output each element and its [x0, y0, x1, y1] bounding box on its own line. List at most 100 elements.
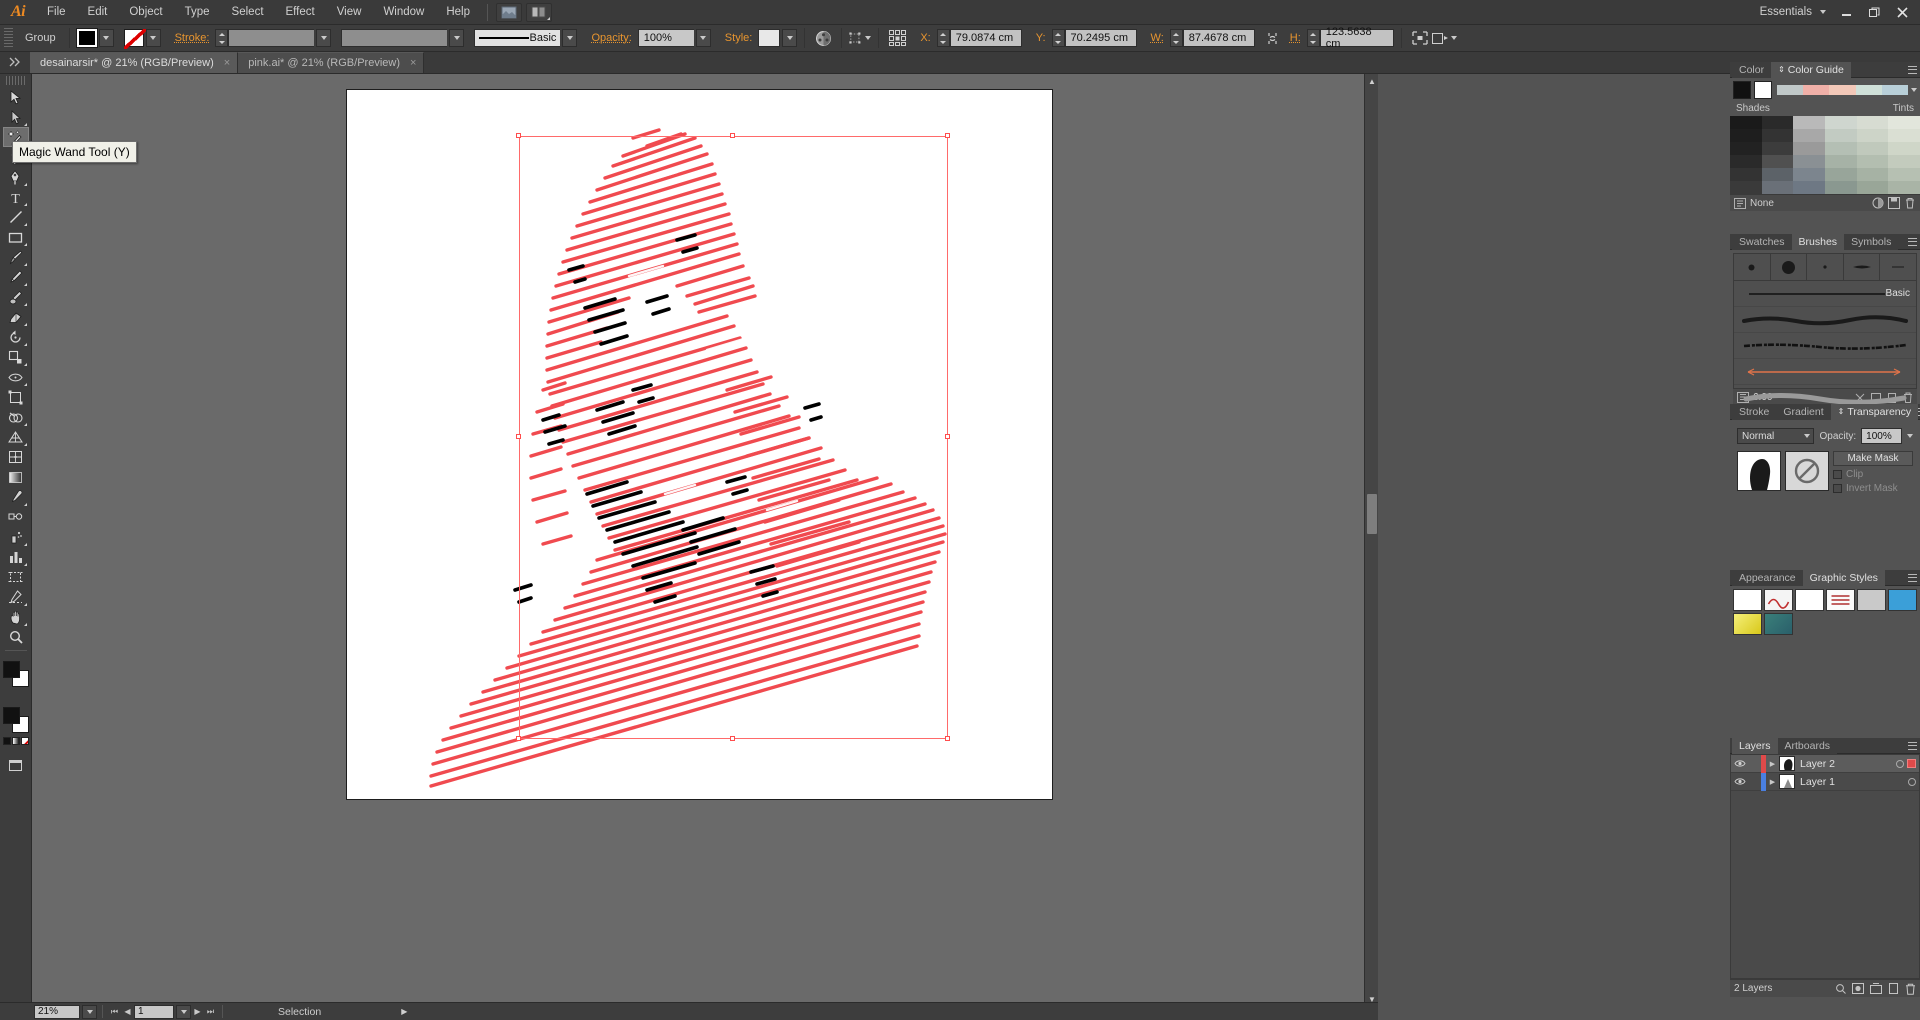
canvas-vertical-scrollbar[interactable]: ▲ ▼	[1364, 74, 1378, 1006]
maximize-restore-button[interactable]	[1860, 2, 1888, 22]
fill-dropdown[interactable]	[98, 29, 114, 47]
tool-mesh-tool[interactable]	[3, 447, 29, 467]
tab-color[interactable]: Color	[1732, 61, 1772, 78]
panel-menu-button[interactable]	[1908, 237, 1920, 246]
panel-menu-button[interactable]	[1908, 65, 1920, 74]
menu-view[interactable]: View	[326, 0, 373, 25]
y-control[interactable]: 70.2495 cm	[1051, 29, 1137, 47]
stroke-swatch-none[interactable]	[123, 29, 146, 49]
tool-symbol-sprayer-tool[interactable]	[3, 527, 29, 547]
zoom-dropdown[interactable]	[82, 1004, 97, 1019]
stroke-color-control[interactable]	[123, 29, 161, 49]
locate-object-icon[interactable]	[1835, 983, 1846, 994]
canvas-area[interactable]: ▲ ▼	[32, 74, 1378, 1020]
edit-colors-icon[interactable]	[1872, 197, 1884, 209]
tool-type-tool[interactable]: T	[3, 187, 29, 207]
make-mask-button[interactable]: Make Mask	[1833, 451, 1913, 466]
w-label[interactable]: W:	[1145, 32, 1170, 44]
menu-object[interactable]: Object	[118, 0, 173, 25]
tab-gradient[interactable]: Gradient	[1776, 403, 1831, 420]
stroke-profile-dropdown[interactable]	[562, 29, 578, 47]
w-control[interactable]: 87.4678 cm	[1169, 29, 1255, 47]
selection-handle-mr[interactable]	[945, 434, 950, 439]
scroll-up-icon[interactable]: ▲	[1365, 74, 1378, 88]
layer-row-layer-1[interactable]: ▶ Layer 1	[1731, 772, 1919, 791]
brush-definition-dropdown[interactable]	[449, 29, 465, 47]
w-stepper[interactable]	[1169, 29, 1183, 47]
vertical-scroll-thumb[interactable]	[1367, 494, 1377, 534]
next-artboard-icon[interactable]: ▶	[191, 1005, 204, 1019]
isolate-selected-icon[interactable]	[1409, 28, 1431, 48]
menu-edit[interactable]: Edit	[77, 0, 119, 25]
opacity-control[interactable]: 100%	[637, 29, 711, 47]
minimize-button[interactable]	[1832, 2, 1860, 22]
recolor-artwork-icon[interactable]	[812, 28, 834, 48]
h-stepper[interactable]	[1306, 29, 1320, 47]
h-field[interactable]: 123.5638 cm	[1319, 26, 1394, 50]
selection-handle-bl[interactable]	[516, 736, 521, 741]
blend-mode-select[interactable]: Normal	[1737, 428, 1815, 444]
document-tab-pink[interactable]: pink.ai* @ 21% (RGB/Preview) ×	[238, 52, 425, 73]
color-swatch[interactable]	[2, 707, 20, 724]
y-field[interactable]: 70.2495 cm	[1064, 29, 1137, 47]
layer-row-layer-2[interactable]: ▶ Layer 2	[1731, 754, 1919, 773]
tool-gradient-tool[interactable]	[3, 467, 29, 487]
tool-free-transform-tool[interactable]	[3, 387, 29, 407]
tab-transparency[interactable]: ⇕ Transparency	[1830, 403, 1919, 420]
harmony-rules-strip[interactable]	[1777, 85, 1909, 95]
brush-preset-strip[interactable]	[1733, 253, 1917, 281]
graphic-style-control[interactable]	[758, 29, 798, 47]
tab-scroll-arrows[interactable]	[0, 51, 30, 73]
none-button[interactable]	[20, 737, 29, 745]
stroke-weight-field[interactable]	[228, 29, 315, 47]
selection-handle-tl[interactable]	[516, 133, 521, 138]
control-bar-grip[interactable]	[4, 28, 13, 48]
artboard-dropdown[interactable]	[176, 1004, 191, 1019]
brush-dot-large[interactable]	[1771, 254, 1808, 280]
tool-width-tool[interactable]	[3, 367, 29, 387]
tool-eyedropper-tool[interactable]	[3, 487, 29, 507]
panel-menu-button[interactable]	[1908, 573, 1920, 582]
tab-artboards[interactable]: Artboards	[1777, 737, 1838, 754]
menu-type[interactable]: Type	[174, 0, 221, 25]
w-field[interactable]: 87.4678 cm	[1182, 29, 1255, 47]
bridge-icon[interactable]	[496, 2, 522, 22]
tab-layers[interactable]: Layers	[1732, 737, 1778, 754]
tool-perspective-grid-tool[interactable]	[3, 427, 29, 447]
tab-close-icon[interactable]: ×	[224, 57, 230, 69]
opacity-label[interactable]: Opacity:	[585, 32, 637, 44]
stroke-weight-stepper[interactable]	[215, 29, 229, 47]
visibility-eye-icon[interactable]	[1731, 759, 1748, 768]
color-variation-grid[interactable]	[1730, 116, 1920, 194]
selection-handle-ml[interactable]	[516, 434, 521, 439]
brush-thin[interactable]	[1880, 254, 1916, 280]
tab-appearance[interactable]: Appearance	[1732, 569, 1803, 586]
opacity-chevron-down-icon[interactable]	[1907, 434, 1913, 438]
tool-zoom-tool[interactable]	[3, 627, 29, 647]
layer-target-icon[interactable]	[1908, 777, 1916, 786]
x-field[interactable]: 79.0874 cm	[949, 29, 1022, 47]
tool-pencil-tool[interactable]	[3, 267, 29, 287]
last-artboard-icon[interactable]: ⏭	[204, 1005, 217, 1019]
brush-list[interactable]: Basic	[1733, 281, 1917, 405]
style-cell-6[interactable]	[1888, 589, 1917, 611]
menu-select[interactable]: Select	[221, 0, 275, 25]
document-tab-desainarsir[interactable]: desainarsir* @ 21% (RGB/Preview) ×	[30, 52, 239, 73]
constrain-proportions-icon[interactable]	[1262, 28, 1284, 48]
close-button[interactable]	[1888, 2, 1916, 22]
x-control[interactable]: 79.0874 cm	[936, 29, 1022, 47]
tool-eraser-tool[interactable]	[3, 307, 29, 327]
layer-name[interactable]: Layer 2	[1800, 758, 1835, 770]
brush-definition-control[interactable]	[341, 29, 465, 47]
opacity-value-field[interactable]: 100%	[1861, 428, 1902, 444]
panel-menu-button[interactable]	[1908, 741, 1920, 750]
style-cell-3[interactable]	[1795, 589, 1824, 611]
visibility-eye-icon[interactable]	[1731, 777, 1748, 786]
invert-mask-row[interactable]: Invert Mask	[1833, 483, 1913, 494]
tool-slice-tool[interactable]	[3, 587, 29, 607]
brush-row-arrow[interactable]	[1734, 359, 1916, 385]
graphic-style-dropdown[interactable]	[782, 29, 798, 47]
transform-icon[interactable]	[849, 28, 872, 48]
layer-target-icon[interactable]	[1896, 759, 1904, 768]
artwork-arsir-portrait[interactable]	[347, 90, 1052, 799]
